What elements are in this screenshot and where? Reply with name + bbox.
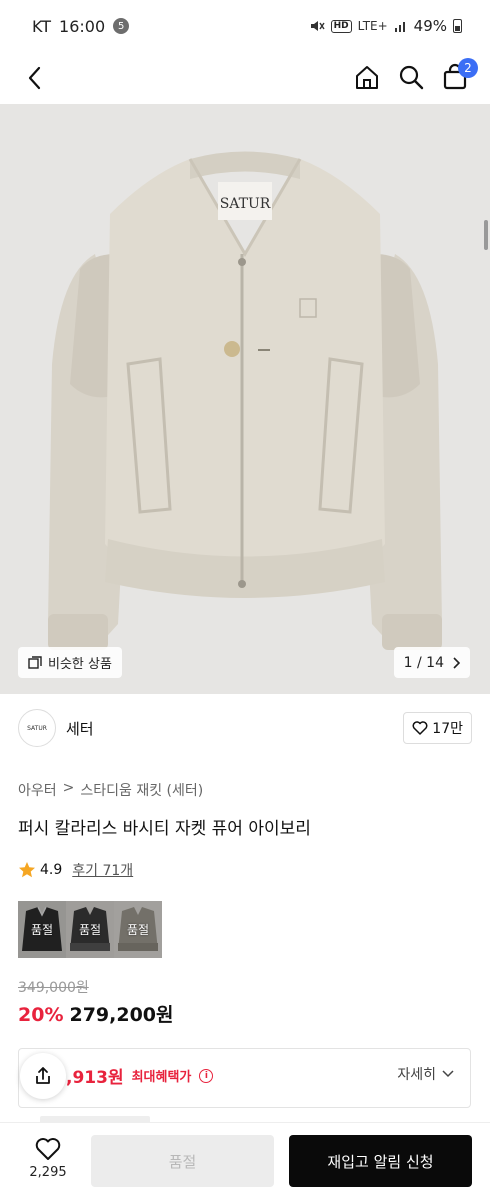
share-button[interactable] — [20, 1053, 66, 1099]
cart-button[interactable]: 2 — [440, 58, 478, 94]
color-option-3[interactable]: 품절 — [114, 901, 162, 958]
copy-icon — [28, 655, 42, 669]
breadcrumb-category[interactable]: 아우터 — [18, 780, 57, 800]
breadcrumb-subcategory[interactable]: 스타디움 재킷 (세터) — [80, 780, 203, 800]
original-price: 349,000원 — [18, 980, 89, 996]
brand-name[interactable]: 세터 — [66, 718, 94, 739]
rating-score: 4.9 — [40, 862, 63, 878]
star-icon — [19, 862, 35, 878]
hd-icon: HD — [330, 19, 352, 33]
product-image-gallery[interactable]: SATUR 비슷한 상품 1 / 14 — [0, 104, 490, 694]
option-soldout-label: 품절 — [126, 923, 150, 937]
benefit-detail-label: 자세히 — [397, 1067, 436, 1083]
color-options: 품절 품절 품절 — [18, 901, 162, 958]
benefit-detail-button[interactable]: 자세히 — [397, 1064, 454, 1084]
share-icon — [36, 1067, 50, 1084]
chevron-right-icon — [453, 656, 460, 669]
max-benefit-label: 최대혜택가 — [131, 1070, 192, 1085]
search-button[interactable] — [396, 60, 426, 94]
similar-products-button[interactable]: 비슷한 상품 — [18, 647, 122, 678]
brand-logo-text: SATUR — [27, 724, 47, 732]
wishlist-button[interactable]: 2,295 — [18, 1135, 78, 1180]
wishlist-count: 2,295 — [29, 1165, 67, 1180]
info-icon[interactable]: i — [199, 1068, 214, 1083]
price-row: 20% 279,200원 — [18, 1000, 174, 1027]
soldout-label: 품절 — [168, 1152, 197, 1171]
battery-percent: 49% — [413, 17, 447, 35]
soldout-button: 품절 — [91, 1135, 274, 1187]
image-page-indicator: 1 / 14 — [403, 654, 444, 671]
similar-products-label: 비슷한 상품 — [48, 657, 112, 672]
home-button[interactable] — [352, 60, 382, 94]
top-nav: 2 — [0, 52, 490, 104]
max-benefit-price: ,913원 — [66, 1068, 124, 1088]
garment-brand-label: SATUR — [220, 196, 271, 212]
notification-count-badge: 5 — [113, 18, 130, 34]
heart-icon — [35, 1138, 61, 1160]
brand-like-button[interactable]: 17만 — [403, 712, 472, 744]
brand-row: SATUR 세터 17만 — [18, 705, 472, 751]
option-soldout-label: 품절 — [30, 923, 54, 937]
clock: 16:00 — [59, 16, 106, 36]
chevron-left-icon — [28, 66, 41, 90]
search-icon — [399, 65, 424, 90]
brand-logo[interactable]: SATUR — [18, 709, 56, 747]
sale-price: 279,200원 — [69, 1004, 174, 1026]
color-option-2[interactable]: 품절 — [66, 901, 114, 958]
battery-icon — [453, 19, 462, 33]
breadcrumb-separator: > — [62, 780, 75, 796]
option-soldout-label: 품절 — [78, 923, 102, 937]
rating-row: 4.9 후기 71개 — [18, 860, 133, 880]
home-icon — [356, 66, 378, 89]
product-title: 퍼시 칼라리스 바시티 자켓 퓨어 아이보리 — [18, 819, 311, 839]
network-type: LTE+ — [357, 19, 388, 33]
cart-count-badge: 2 — [458, 58, 478, 78]
signal-icon — [394, 22, 405, 32]
mute-icon — [310, 21, 325, 31]
max-benefit-row: ,913원 최대혜택가 i — [66, 1063, 214, 1088]
status-bar: KT 16:00 5 HD LTE+ 49% — [0, 0, 490, 52]
bottom-action-bar: 2,295 품절 재입고 알림 신청 — [0, 1122, 490, 1200]
breadcrumb: 아우터 > 스타디움 재킷 (세터) — [18, 780, 203, 800]
brand-like-count: 17만 — [432, 721, 463, 737]
scrollbar[interactable] — [484, 220, 488, 250]
carrier: KT — [32, 16, 52, 36]
jacket-illustration: SATUR — [48, 151, 442, 650]
review-link[interactable]: 후기 71개 — [72, 860, 133, 880]
image-pager-button[interactable]: 1 / 14 — [393, 647, 470, 678]
back-button[interactable] — [20, 62, 52, 94]
discount-rate: 20% — [18, 1004, 64, 1026]
heart-icon — [412, 721, 428, 735]
chevron-down-icon — [442, 1070, 454, 1078]
restock-alert-button[interactable]: 재입고 알림 신청 — [289, 1135, 472, 1187]
restock-alert-label: 재입고 알림 신청 — [327, 1152, 434, 1171]
color-option-1[interactable]: 품절 — [18, 901, 66, 958]
